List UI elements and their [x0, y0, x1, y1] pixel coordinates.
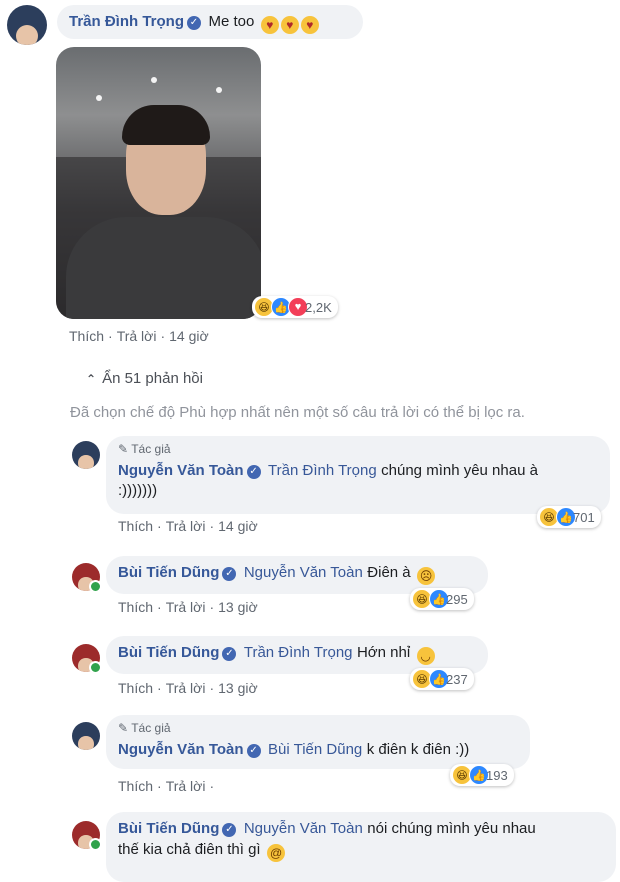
avatar[interactable]: [72, 441, 100, 469]
like-link[interactable]: Thích: [69, 328, 104, 344]
reaction-count: 193: [486, 767, 508, 783]
online-status-icon: [89, 661, 102, 674]
reply-author[interactable]: Bùi Tiến Dũng: [118, 564, 219, 581]
like-link[interactable]: Thích: [118, 680, 153, 696]
reply-text: Hớn nhỉ: [356, 644, 411, 661]
timestamp[interactable]: 14 giờ: [218, 518, 258, 534]
reply-actions: Thích · Trả lời ·: [118, 778, 218, 794]
verified-badge-icon: ✓: [222, 647, 237, 661]
reply-link[interactable]: Trả lời: [166, 518, 206, 534]
mention-link[interactable]: Trần Đình Trọng: [268, 462, 377, 479]
pencil-icon: ✎: [118, 721, 129, 735]
reply-text: chúng mình yêu nhau à: [381, 462, 538, 479]
reply-text-continued: thế kia chả điên thì gì: [118, 841, 261, 858]
separator: ·: [157, 680, 162, 696]
comment-photo[interactable]: [56, 47, 261, 319]
reply-text: Điên à: [367, 564, 411, 581]
hide-replies-toggle[interactable]: ⌃ Ẩn 51 phản hồi: [86, 370, 203, 387]
person-hair: [122, 105, 210, 145]
person-body: [66, 217, 261, 319]
online-status-icon: [89, 580, 102, 593]
heart-eyes-emoji-icon: ♥: [300, 16, 319, 34]
like-link[interactable]: Thích: [118, 518, 153, 534]
reply-link[interactable]: Trả lời: [166, 778, 206, 794]
verified-badge-icon: ✓: [246, 465, 261, 479]
reply-author[interactable]: Nguyễn Văn Toàn: [118, 741, 244, 758]
avatar-face: [78, 736, 94, 750]
relieved-emoji-icon: ◡: [416, 647, 435, 665]
reaction-summary[interactable]: 😆 👍 295: [410, 588, 474, 610]
comment-bubble: Trần Đình Trọng ✓ Me too ♥ ♥ ♥: [57, 5, 363, 39]
comment-actions: Thích · Trả lời · 14 giờ: [69, 328, 209, 344]
avatar-face: [78, 455, 94, 469]
reply-link[interactable]: Trả lời: [166, 680, 206, 696]
avatar-face: [16, 25, 38, 45]
verified-badge-icon: ✓: [222, 823, 237, 837]
separator: ·: [157, 778, 162, 794]
verified-badge-icon: ✓: [187, 16, 201, 30]
ceiling-light: [96, 95, 102, 101]
author-tag: ✎ Tác giả: [118, 721, 518, 735]
ceiling-light: [151, 77, 157, 83]
reply-text: k điên k điên :)): [366, 741, 470, 758]
reply-author[interactable]: Nguyễn Văn Toàn: [118, 462, 244, 479]
reply-bubble: ✎ Tác giả Nguyễn Văn Toàn ✓ Trần Đình Trọ…: [106, 436, 610, 514]
separator: ·: [209, 680, 215, 696]
reaction-summary[interactable]: 😆 👍 ♥ 2,2K: [252, 296, 338, 318]
like-link[interactable]: Thích: [118, 778, 153, 794]
comment-text: Me too: [208, 13, 255, 30]
author-tag-label: Tác giả: [131, 442, 171, 456]
timestamp[interactable]: 14 giờ: [169, 328, 209, 344]
author-tag: ✎ Tác giả: [118, 442, 598, 456]
reaction-summary[interactable]: 😆 👍 193: [450, 764, 514, 786]
separator: ·: [160, 328, 166, 344]
mention-link[interactable]: Nguyễn Văn Toàn: [244, 820, 363, 837]
reply-text: nói chúng mình yêu nhau: [367, 820, 536, 837]
pencil-icon: ✎: [118, 442, 129, 456]
reaction-count: 237: [446, 671, 468, 687]
reaction-count: 2,2K: [305, 299, 332, 315]
mention-link[interactable]: Bùi Tiến Dũng: [268, 741, 362, 758]
reaction-count: 701: [573, 509, 595, 525]
reply-text-continued: :))))))): [118, 482, 158, 499]
online-status-icon: [89, 838, 102, 851]
separator: ·: [157, 518, 162, 534]
reply-bubble: ✎ Tác giả Nguyễn Văn Toàn ✓ Bùi Tiến Dũng…: [106, 715, 530, 769]
like-link[interactable]: Thích: [118, 599, 153, 615]
reply-author[interactable]: Bùi Tiến Dũng: [118, 820, 219, 837]
dizzy-face-emoji-icon: @: [267, 844, 286, 862]
reply-author[interactable]: Bùi Tiến Dũng: [118, 644, 219, 661]
reply-actions: Thích · Trả lời · 14 giờ: [118, 518, 258, 534]
reply-actions: Thích · Trả lời · 13 giờ: [118, 680, 258, 696]
heart-eyes-emoji-icon: ♥: [280, 16, 299, 34]
reaction-count: 295: [446, 591, 468, 607]
separator: ·: [108, 328, 113, 344]
avatar[interactable]: [7, 5, 47, 45]
timestamp[interactable]: 13 giờ: [218, 680, 258, 696]
avatar[interactable]: [72, 722, 100, 750]
filter-notice: Đã chọn chế độ Phù hợp nhất nên một số c…: [70, 404, 525, 421]
heart-eyes-emoji-icon: ♥: [260, 16, 279, 34]
chevron-up-icon: ⌃: [86, 372, 97, 386]
timestamp[interactable]: 13 giờ: [218, 599, 258, 615]
reaction-summary[interactable]: 😆 👍 701: [537, 506, 601, 528]
frowning-emoji-icon: ☹: [417, 567, 436, 585]
hide-replies-label: Ẩn 51 phản hồi: [102, 370, 203, 387]
comment-author[interactable]: Trần Đình Trọng: [69, 13, 184, 30]
reply-link[interactable]: Trả lời: [166, 599, 206, 615]
reply-bubble: Bùi Tiến Dũng ✓ Nguyễn Văn Toàn nói chúng…: [106, 812, 616, 882]
verified-badge-icon: ✓: [222, 567, 237, 581]
verified-badge-icon: ✓: [246, 744, 261, 758]
reply-link[interactable]: Trả lời: [117, 328, 157, 344]
separator: ·: [157, 599, 162, 615]
separator: ·: [209, 778, 215, 794]
reaction-summary[interactable]: 😆 👍 237: [410, 668, 474, 690]
author-tag-label: Tác giả: [131, 721, 171, 735]
mention-link[interactable]: Nguyễn Văn Toàn: [244, 564, 363, 581]
ceiling-light: [216, 87, 222, 93]
separator: ·: [209, 599, 215, 615]
reply-actions: Thích · Trả lời · 13 giờ: [118, 599, 258, 615]
separator: ·: [209, 518, 215, 534]
mention-link[interactable]: Trần Đình Trọng: [244, 644, 353, 661]
